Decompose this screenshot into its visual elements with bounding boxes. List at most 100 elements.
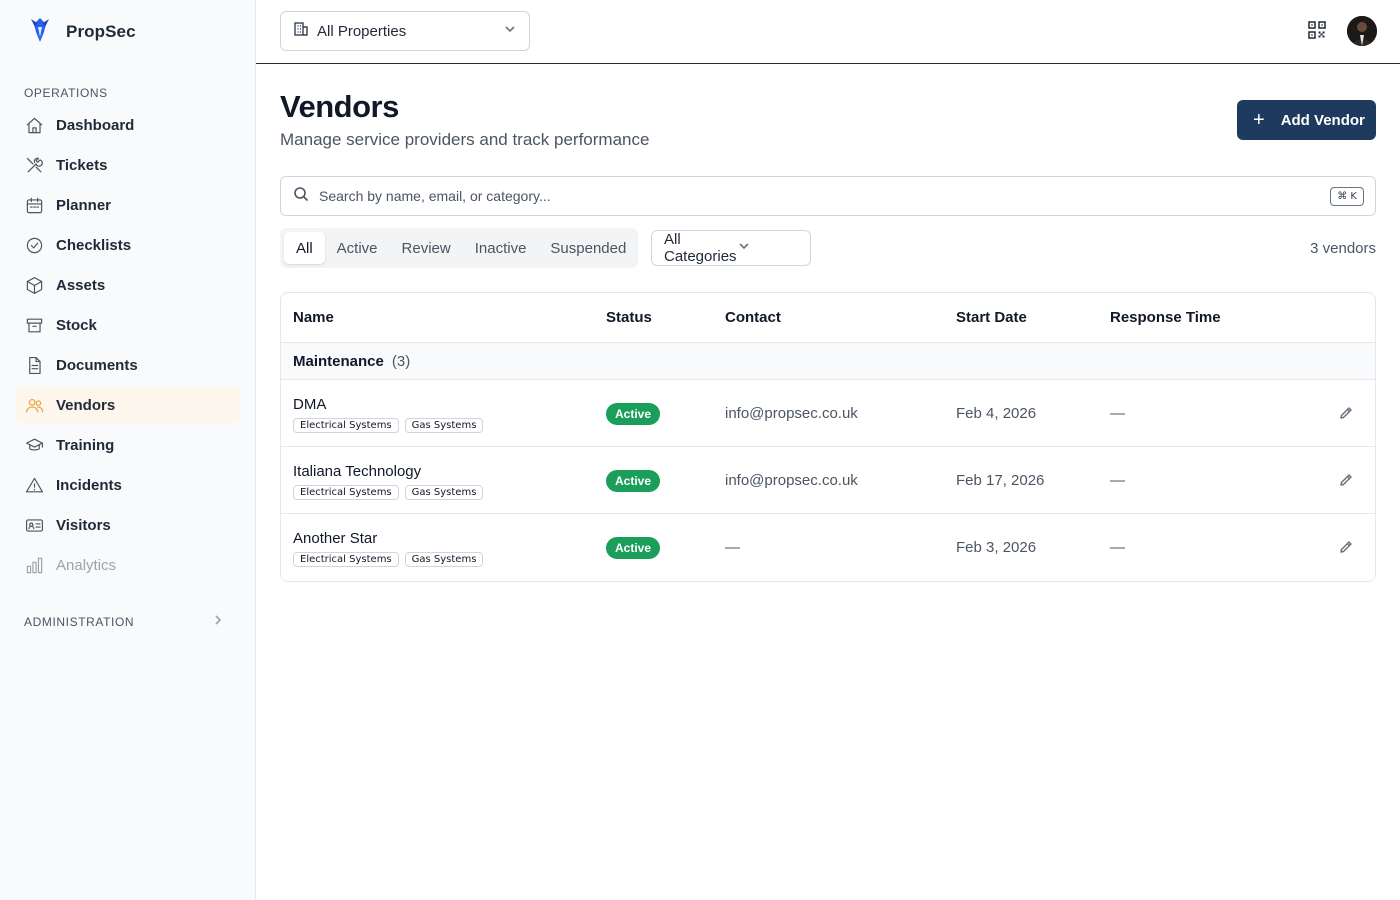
chevron-down-icon — [737, 239, 798, 257]
table-header: Name Status Contact Start Date Response … — [281, 293, 1375, 343]
edit-icon[interactable] — [1338, 472, 1356, 490]
status-tabs: All Active Review Inactive Suspended — [280, 228, 638, 268]
column-header-status[interactable]: Status — [606, 309, 652, 326]
sidebar-item-incidents[interactable]: Incidents — [16, 467, 240, 503]
group-row-maintenance[interactable]: Maintenance (3) — [281, 343, 1375, 380]
sidebar-item-label: Documents — [56, 356, 138, 374]
vendor-tags: Electrical Systems Gas Systems — [293, 552, 484, 567]
sidebar-item-stock[interactable]: Stock — [16, 307, 240, 343]
vendor-start-date: Feb 4, 2026 — [956, 405, 1037, 422]
document-icon — [24, 355, 44, 375]
category-select-value: All Categories — [664, 231, 737, 265]
tab-inactive[interactable]: Inactive — [463, 232, 539, 264]
id-card-icon — [24, 515, 44, 535]
table-row[interactable]: Italiana Technology Electrical Systems G… — [281, 447, 1375, 514]
group-count: (3) — [391, 352, 411, 370]
table-row[interactable]: Another Star Electrical Systems Gas Syst… — [281, 514, 1375, 581]
brand[interactable]: PropSec — [28, 16, 136, 48]
status-badge: Active — [606, 403, 661, 425]
add-vendor-label: Add Vendor — [1280, 111, 1365, 129]
qr-code-icon[interactable] — [1308, 21, 1328, 41]
vendor-name[interactable]: Another Star — [293, 530, 377, 547]
vendor-count: 3 vendors — [1310, 240, 1376, 257]
vendor-start-date: Feb 3, 2026 — [956, 539, 1037, 556]
plus-icon: + — [1253, 109, 1265, 131]
category-tag: Electrical Systems — [293, 552, 399, 567]
sidebar-item-analytics[interactable]: Analytics — [16, 547, 240, 583]
sidebar-item-vendors[interactable]: Vendors — [16, 387, 240, 423]
page-title: Vendors — [280, 89, 399, 124]
sidebar-item-label: Tickets — [56, 156, 108, 174]
propsec-logo-icon — [28, 15, 52, 50]
vendors-table: Name Status Contact Start Date Response … — [280, 292, 1376, 582]
sidebar-item-label: Training — [56, 436, 115, 454]
vendor-response-time: — — [1110, 405, 1125, 422]
vendor-name[interactable]: DMA — [293, 396, 326, 413]
category-tag: Electrical Systems — [293, 418, 399, 433]
building-icon — [293, 21, 309, 42]
tab-all[interactable]: All — [284, 232, 325, 264]
sidebar-item-dashboard[interactable]: Dashboard — [16, 107, 240, 143]
category-tag: Gas Systems — [404, 418, 484, 433]
user-avatar[interactable] — [1347, 16, 1377, 46]
vendor-response-time: — — [1110, 472, 1125, 489]
search-input[interactable] — [319, 188, 1219, 204]
category-tag: Electrical Systems — [293, 485, 399, 500]
add-vendor-button[interactable]: + Add Vendor — [1237, 100, 1376, 140]
column-header-response-time[interactable]: Response Time — [1110, 309, 1221, 326]
sidebar-item-label: Incidents — [56, 476, 122, 494]
sidebar-item-label: Stock — [56, 316, 97, 334]
sidebar-item-visitors[interactable]: Visitors — [16, 507, 240, 543]
app-name: PropSec — [66, 22, 136, 41]
administration-toggle[interactable]: ADMINISTRATION — [24, 612, 224, 632]
category-select[interactable]: All Categories — [651, 230, 811, 266]
status-badge: Active — [606, 537, 661, 559]
page-subtitle: Manage service providers and track perfo… — [280, 130, 650, 149]
tab-review[interactable]: Review — [390, 232, 463, 264]
graduation-cap-icon — [24, 435, 44, 455]
bar-chart-icon — [24, 555, 44, 575]
status-badge: Active — [606, 470, 661, 492]
search-icon — [293, 186, 309, 207]
vendor-name[interactable]: Italiana Technology — [293, 463, 421, 480]
vendor-contact: info@propsec.co.uk — [725, 405, 858, 422]
column-header-contact[interactable]: Contact — [725, 309, 781, 326]
sidebar-item-checklists[interactable]: Checklists — [16, 227, 240, 263]
sidebar-item-label: Assets — [56, 276, 106, 294]
edit-icon[interactable] — [1338, 405, 1356, 423]
sidebar-item-label: Checklists — [56, 236, 132, 254]
category-tag: Gas Systems — [404, 552, 484, 567]
property-select-value: All Properties — [317, 22, 407, 40]
vendor-tags: Electrical Systems Gas Systems — [293, 485, 484, 500]
sidebar: PropSec OPERATIONS Dashboard Tickets Pla… — [0, 0, 256, 900]
search-bar: ⌘ K — [280, 176, 1376, 216]
chevron-down-icon — [503, 22, 517, 41]
column-header-start-date[interactable]: Start Date — [956, 309, 1027, 326]
vendor-start-date: Feb 17, 2026 — [956, 472, 1045, 489]
sidebar-item-tickets[interactable]: Tickets — [16, 147, 240, 183]
home-icon — [24, 115, 44, 135]
sidebar-item-label: Analytics — [56, 556, 117, 574]
group-name: Maintenance — [293, 352, 384, 370]
sidebar-item-label: Planner — [56, 196, 112, 214]
sidebar-item-training[interactable]: Training — [16, 427, 240, 463]
tab-active[interactable]: Active — [325, 232, 390, 264]
vendor-contact: — — [725, 539, 740, 556]
topbar: All Properties — [256, 0, 1400, 64]
category-tag: Gas Systems — [404, 485, 484, 500]
sidebar-item-documents[interactable]: Documents — [16, 347, 240, 383]
sidebar-item-planner[interactable]: Planner — [16, 187, 240, 223]
cube-icon — [24, 275, 44, 295]
sidebar-item-assets[interactable]: Assets — [16, 267, 240, 303]
column-header-name[interactable]: Name — [293, 309, 334, 326]
table-row[interactable]: DMA Electrical Systems Gas Systems Activ… — [281, 380, 1375, 447]
administration-label: ADMINISTRATION — [24, 615, 135, 629]
tab-suspended[interactable]: Suspended — [538, 232, 638, 264]
vendor-response-time: — — [1110, 539, 1125, 556]
users-icon — [24, 395, 44, 415]
property-select[interactable]: All Properties — [280, 11, 530, 51]
calendar-icon — [24, 195, 44, 215]
edit-icon[interactable] — [1338, 539, 1356, 557]
chevron-right-icon — [212, 613, 224, 631]
warning-triangle-icon — [24, 475, 44, 495]
